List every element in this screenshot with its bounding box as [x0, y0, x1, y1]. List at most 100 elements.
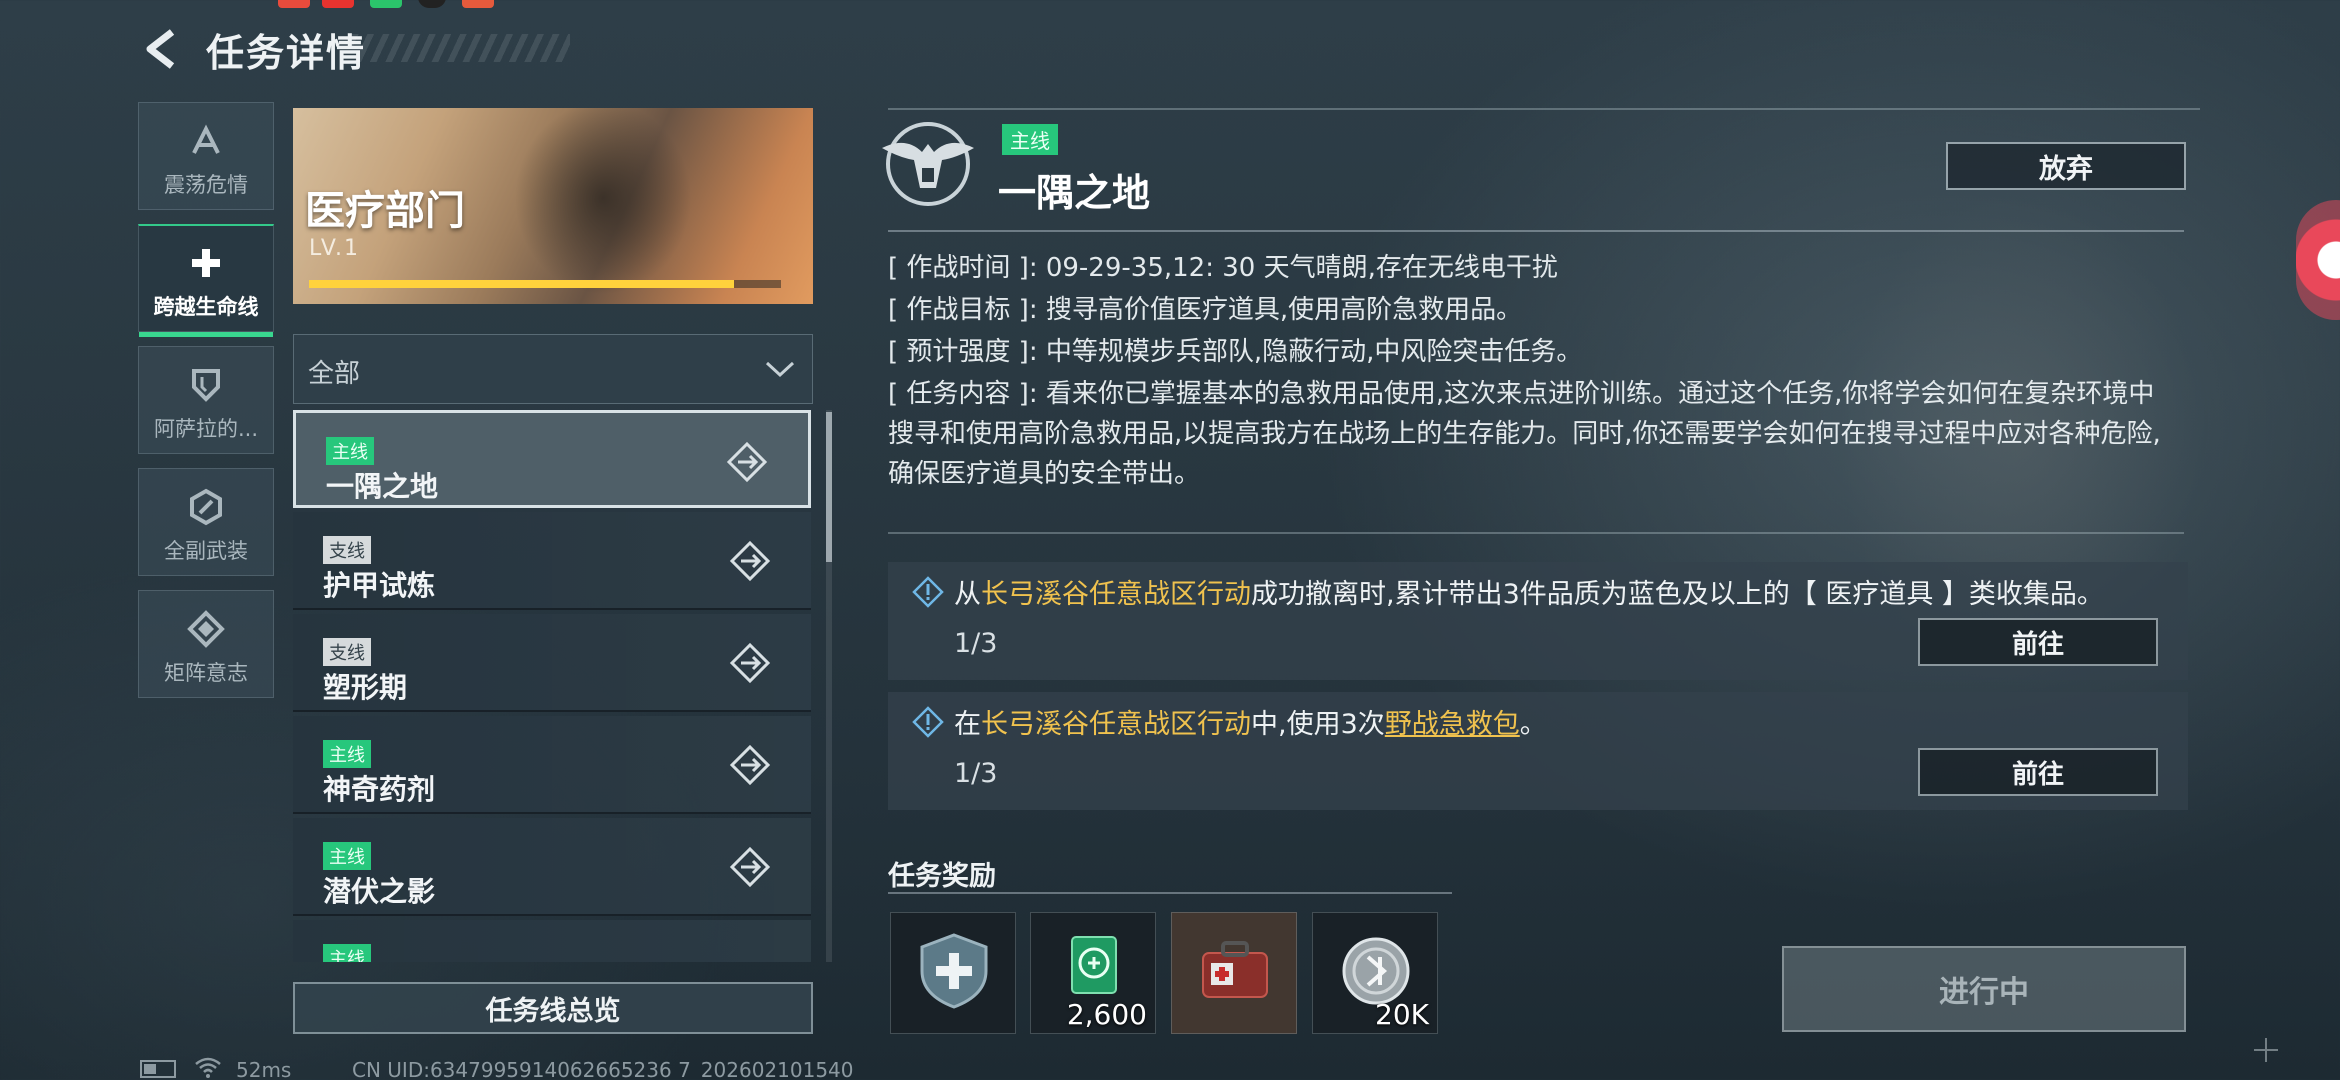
objective-item-link[interactable]: 野战急救包	[1385, 709, 1520, 740]
divider	[888, 230, 2184, 232]
reward-item-1[interactable]: 2,600	[1030, 912, 1156, 1034]
category-label: 阿萨拉的...	[153, 417, 259, 441]
mission-status-icon	[729, 744, 771, 786]
mission-filter-dropdown[interactable]: 全部	[293, 334, 813, 404]
divider	[888, 108, 2200, 110]
status-app-icon	[322, 0, 354, 8]
department-progress-bar	[309, 280, 781, 288]
mission-status-icon	[729, 642, 771, 684]
objective-text: 从长弓溪谷任意战区行动成功撤离时,累计带出3件品质为蓝色及以上的【 医疗道具 】…	[954, 572, 2104, 611]
objective-location: 长弓溪谷任意战区行动	[981, 709, 1251, 740]
info-key: [ 预计强度 ]:	[888, 337, 1038, 367]
mission-status-icon	[726, 441, 768, 483]
category-label: 震荡危情	[164, 173, 248, 197]
mission-item-2[interactable]: 支线 塑形期	[293, 614, 811, 712]
mission-tag: 主线	[326, 437, 374, 465]
reward-item-0[interactable]	[890, 912, 1016, 1034]
shield-icon	[192, 369, 220, 402]
info-value: 09-29-35,12: 30 天气晴朗,存在无线电干扰	[1045, 253, 1558, 283]
alpha-icon	[192, 124, 220, 154]
category-tab-4[interactable]: 矩阵意志	[138, 590, 274, 698]
status-app-icon	[370, 0, 402, 8]
back-arrow-icon[interactable]	[138, 26, 184, 72]
reward-item-3[interactable]: 20K	[1312, 912, 1438, 1034]
mission-tag: 主线	[323, 842, 371, 870]
category-tab-0[interactable]: 震荡危情	[138, 102, 274, 210]
info-row-intensity: [ 预计强度 ]: 中等规模步兵部队,隐蔽行动,中风险突击任务。	[888, 332, 2188, 372]
diamond-emblem-icon	[187, 610, 225, 648]
divider	[888, 532, 2184, 534]
reward-quantity: 20K	[1375, 998, 1429, 1031]
detail-mission-tag: 主线	[1002, 124, 1058, 155]
objective-prefix: 在	[954, 709, 981, 740]
mission-tag: 支线	[323, 638, 371, 666]
objective-diamond-icon	[912, 576, 944, 608]
objective-prefix: 从	[954, 579, 981, 610]
eagle-emblem-icon	[882, 122, 974, 206]
objective-row-1: 在长弓溪谷任意战区行动中,使用3次野战急救包。 1/3 前往	[888, 692, 2188, 810]
mission-name: 潜伏之影	[323, 875, 436, 908]
department-artwork	[483, 108, 723, 304]
chevron-down-icon	[765, 361, 795, 378]
info-key: [ 作战时间 ]:	[888, 253, 1038, 283]
category-label: 跨越生命线	[153, 295, 259, 319]
info-key: [ 任务内容 ]:	[888, 379, 1038, 409]
objective-text: 在长弓溪谷任意战区行动中,使用3次野战急救包。	[954, 702, 1547, 741]
divider	[888, 892, 1452, 894]
rewards-title: 任务奖励	[888, 861, 996, 892]
info-value: 搜寻高价值医疗道具,使用高阶急救用品。	[1045, 295, 1523, 325]
objective-progress: 1/3	[954, 758, 998, 789]
info-value: 中等规模步兵部队,隐蔽行动,中风险突击任务。	[1045, 337, 1583, 367]
status-app-icon	[418, 0, 446, 8]
mission-tag: 支线	[323, 536, 371, 564]
department-card[interactable]: 医疗部门 LV.1	[293, 108, 813, 304]
abandon-button[interactable]: 放弃	[1946, 142, 2186, 190]
category-label: 矩阵意志	[164, 661, 248, 685]
category-tab-1[interactable]: 跨越生命线	[138, 224, 274, 337]
ping-text: 52ms	[236, 1058, 292, 1080]
mission-line-overview-button[interactable]: 任务线总览	[293, 982, 813, 1034]
in-progress-button[interactable]: 进行中	[1782, 946, 2186, 1032]
mission-tag: 主线	[323, 740, 371, 768]
objective-progress: 1/3	[954, 628, 998, 659]
detail-mission-title: 一隅之地	[998, 171, 1151, 215]
floating-assistant-icon[interactable]	[2296, 200, 2340, 320]
medical-shield-icon	[920, 933, 988, 1009]
mission-name: 神奇药剂	[323, 773, 436, 806]
mission-item-1[interactable]: 支线 护甲试炼	[293, 512, 811, 610]
objective-description: 中,使用3次	[1251, 709, 1385, 740]
category-label: 全副武装	[164, 539, 248, 563]
status-app-icon	[462, 0, 494, 8]
battery-icon	[140, 1060, 176, 1078]
title-decoration	[352, 34, 570, 62]
info-row-goal: [ 作战目标 ]: 搜寻高价值医疗道具,使用高阶急救用品。	[888, 290, 2188, 330]
info-row-time: [ 作战时间 ]: 09-29-35,12: 30 天气晴朗,存在无线电干扰	[888, 248, 2188, 288]
reward-item-2[interactable]	[1171, 912, 1297, 1034]
objective-row-0: 从长弓溪谷任意战区行动成功撤离时,累计带出3件品质为蓝色及以上的【 医疗道具 】…	[888, 562, 2188, 680]
objective-diamond-icon	[912, 706, 944, 738]
department-progress-fill	[309, 280, 734, 288]
category-tab-2[interactable]: 阿萨拉的...	[138, 346, 274, 454]
mission-status-icon	[729, 846, 771, 888]
mission-item-4[interactable]: 主线 潜伏之影	[293, 818, 811, 916]
medkit-icon	[1202, 941, 1268, 998]
background-soldier	[1720, 120, 2280, 940]
department-name: 医疗部门	[305, 188, 465, 234]
goto-button[interactable]: 前往	[1918, 748, 2158, 796]
mission-item-3[interactable]: 主线 神奇药剂	[293, 716, 811, 814]
goto-button[interactable]: 前往	[1918, 618, 2158, 666]
mission-list[interactable]: 主线 一隅之地 支线 护甲试炼 支线 塑形期 主线 神奇药剂 主线 潜伏之影 主…	[293, 410, 815, 962]
plus-icon	[2254, 1038, 2278, 1062]
mission-list-scroll-thumb[interactable]	[826, 412, 832, 562]
mission-item-0[interactable]: 主线 一隅之地	[293, 410, 811, 508]
mission-name: 一隅之地	[326, 470, 439, 503]
uid-text: CN UID:6347995914062665236 7_20260210154…	[352, 1058, 854, 1080]
filter-selected-value: 全部	[308, 359, 361, 389]
mission-name: 塑形期	[323, 671, 408, 704]
mission-tag: 主线	[323, 944, 371, 962]
reward-quantity: 2,600	[1066, 998, 1147, 1031]
objective-description: 成功撤离时,累计带出3件品质为蓝色及以上的【 医疗道具 】类收集品。	[1251, 579, 2104, 610]
objective-location: 长弓溪谷任意战区行动	[981, 579, 1251, 610]
mission-item-5[interactable]: 主线	[293, 920, 811, 962]
category-tab-3[interactable]: 全副武装	[138, 468, 274, 576]
